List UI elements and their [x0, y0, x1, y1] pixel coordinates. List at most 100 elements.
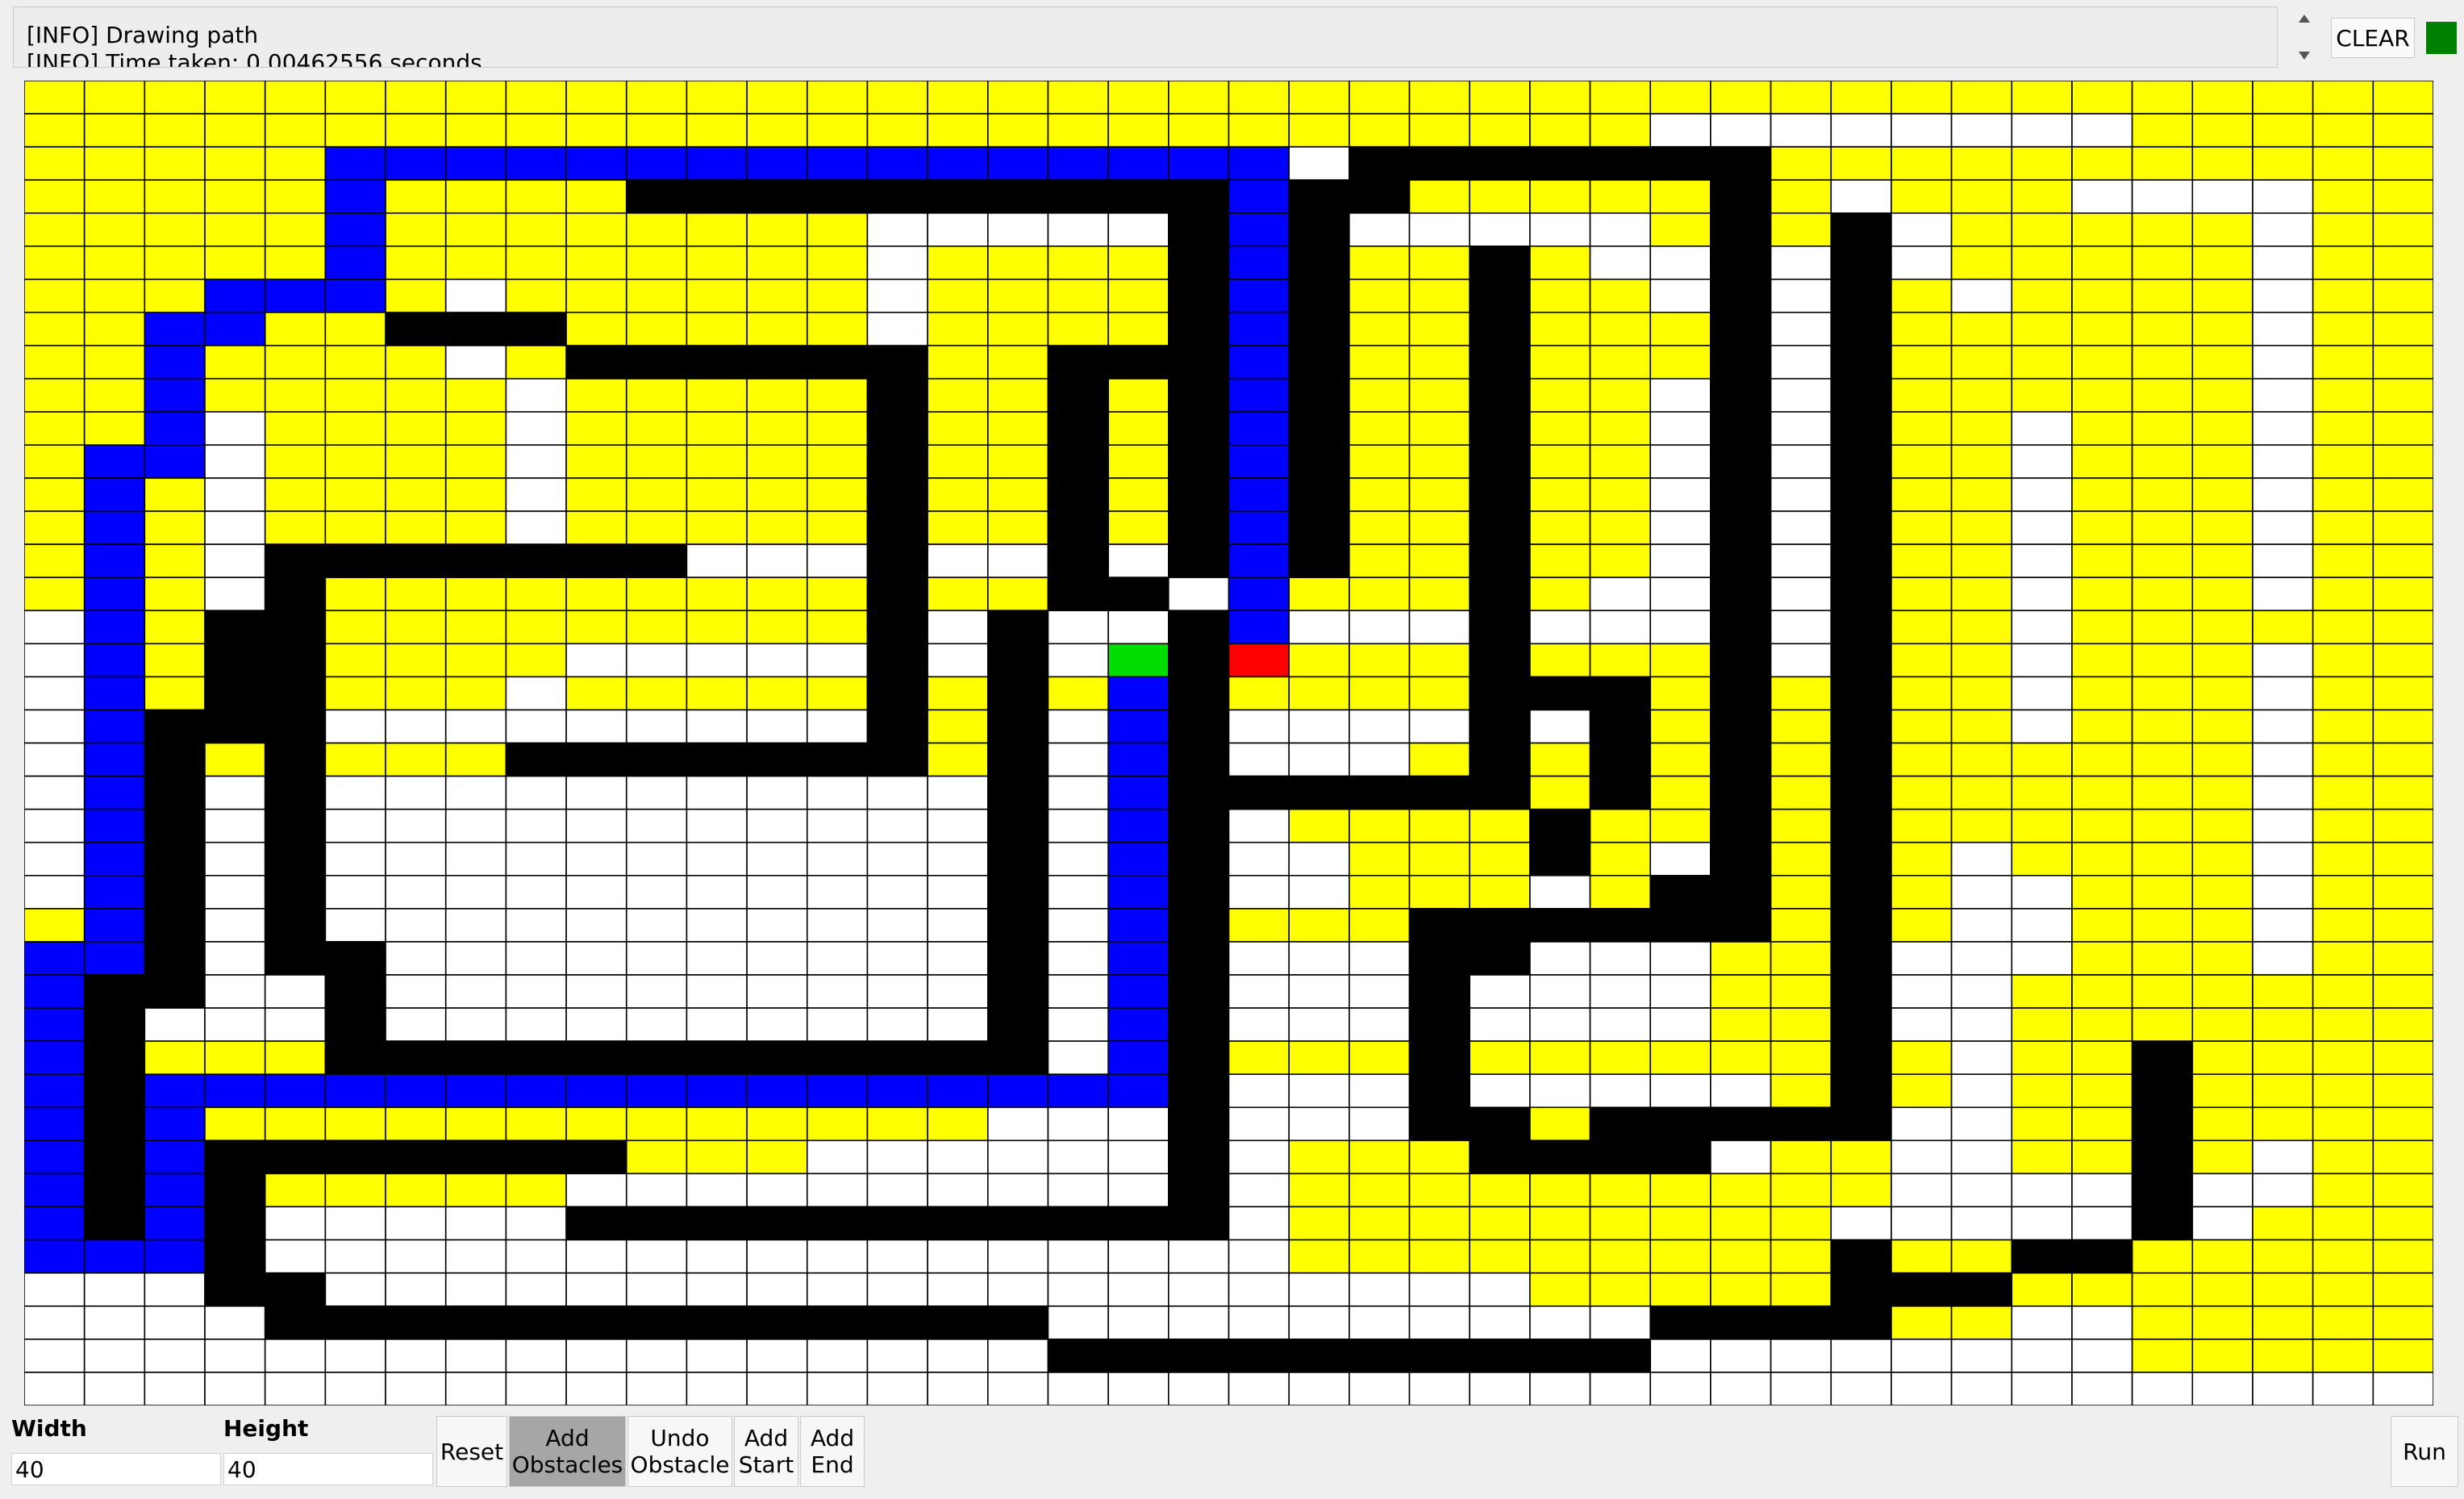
- path-cell[interactable]: [83, 510, 146, 545]
- empty-cell[interactable]: [1168, 1239, 1230, 1274]
- empty-cell[interactable]: [204, 908, 266, 943]
- visited-cell[interactable]: [1408, 874, 1470, 910]
- empty-cell[interactable]: [444, 709, 507, 744]
- visited-cell[interactable]: [565, 477, 627, 512]
- visited-cell[interactable]: [1228, 113, 1290, 148]
- obstacle-cell[interactable]: [625, 1205, 688, 1241]
- obstacle-cell[interactable]: [1469, 577, 1531, 612]
- visited-cell[interactable]: [1408, 311, 1470, 347]
- empty-cell[interactable]: [2011, 577, 2073, 612]
- empty-cell[interactable]: [24, 643, 85, 678]
- visited-cell[interactable]: [385, 510, 447, 545]
- empty-cell[interactable]: [144, 1339, 206, 1373]
- visited-cell[interactable]: [2312, 841, 2374, 876]
- visited-cell[interactable]: [1589, 477, 1652, 512]
- visited-cell[interactable]: [444, 444, 507, 479]
- path-cell[interactable]: [505, 146, 567, 181]
- visited-cell[interactable]: [2312, 410, 2374, 446]
- visited-cell[interactable]: [927, 410, 989, 446]
- visited-cell[interactable]: [2011, 81, 2073, 115]
- obstacle-cell[interactable]: [1589, 1339, 1652, 1373]
- visited-cell[interactable]: [385, 245, 447, 281]
- empty-cell[interactable]: [324, 808, 386, 843]
- visited-cell[interactable]: [2372, 377, 2433, 413]
- visited-cell[interactable]: [1950, 577, 2013, 612]
- obstacle-cell[interactable]: [1228, 1339, 1290, 1373]
- path-cell[interactable]: [1107, 742, 1169, 777]
- visited-cell[interactable]: [1589, 344, 1652, 380]
- obstacle-cell[interactable]: [987, 742, 1049, 777]
- add-obstacles-button[interactable]: Add Obstacles: [509, 1416, 626, 1487]
- obstacle-cell[interactable]: [1649, 1106, 1711, 1142]
- visited-cell[interactable]: [2191, 610, 2253, 645]
- empty-cell[interactable]: [324, 1339, 386, 1373]
- obstacle-cell[interactable]: [204, 1205, 266, 1241]
- empty-cell[interactable]: [1891, 1007, 1953, 1042]
- visited-cell[interactable]: [2011, 278, 2073, 314]
- empty-cell[interactable]: [565, 808, 627, 843]
- path-cell[interactable]: [1228, 510, 1290, 545]
- clear-button[interactable]: CLEAR: [2331, 18, 2415, 58]
- visited-cell[interactable]: [686, 610, 748, 645]
- visited-cell[interactable]: [324, 477, 386, 512]
- obstacle-cell[interactable]: [264, 808, 327, 843]
- visited-cell[interactable]: [2372, 344, 2433, 380]
- visited-cell[interactable]: [2191, 1073, 2253, 1109]
- obstacle-cell[interactable]: [1168, 1040, 1230, 1076]
- visited-cell[interactable]: [1469, 874, 1531, 910]
- visited-cell[interactable]: [2372, 974, 2433, 1009]
- obstacle-cell[interactable]: [1710, 311, 1772, 347]
- empty-cell[interactable]: [866, 1372, 928, 1405]
- obstacle-cell[interactable]: [1288, 377, 1350, 413]
- empty-cell[interactable]: [987, 1372, 1049, 1405]
- visited-cell[interactable]: [1710, 1205, 1772, 1241]
- obstacle-cell[interactable]: [1710, 841, 1772, 876]
- obstacle-cell[interactable]: [1168, 311, 1230, 347]
- visited-cell[interactable]: [2011, 179, 2073, 214]
- empty-cell[interactable]: [806, 874, 869, 910]
- visited-cell[interactable]: [2191, 775, 2253, 810]
- empty-cell[interactable]: [1228, 742, 1290, 777]
- empty-cell[interactable]: [866, 311, 928, 347]
- visited-cell[interactable]: [24, 543, 85, 578]
- visited-cell[interactable]: [1408, 245, 1470, 281]
- empty-cell[interactable]: [2011, 444, 2073, 479]
- visited-cell[interactable]: [625, 510, 688, 545]
- visited-cell[interactable]: [1349, 577, 1411, 612]
- obstacle-cell[interactable]: [1710, 610, 1772, 645]
- empty-cell[interactable]: [1649, 510, 1711, 545]
- visited-cell[interactable]: [24, 344, 85, 380]
- visited-cell[interactable]: [625, 477, 688, 512]
- obstacle-cell[interactable]: [1469, 1139, 1531, 1175]
- visited-cell[interactable]: [2312, 874, 2374, 910]
- obstacle-cell[interactable]: [264, 643, 327, 678]
- visited-cell[interactable]: [1589, 643, 1652, 678]
- visited-cell[interactable]: [385, 477, 447, 512]
- visited-cell[interactable]: [1710, 81, 1772, 115]
- visited-cell[interactable]: [1770, 808, 1832, 843]
- obstacle-cell[interactable]: [144, 841, 206, 876]
- empty-cell[interactable]: [1288, 1272, 1350, 1307]
- empty-cell[interactable]: [1288, 1073, 1350, 1109]
- visited-cell[interactable]: [2131, 146, 2194, 181]
- empty-cell[interactable]: [1469, 1073, 1531, 1109]
- visited-cell[interactable]: [385, 212, 447, 248]
- visited-cell[interactable]: [83, 377, 146, 413]
- visited-cell[interactable]: [505, 610, 567, 645]
- empty-cell[interactable]: [505, 377, 567, 413]
- visited-cell[interactable]: [2071, 577, 2133, 612]
- empty-cell[interactable]: [1408, 212, 1470, 248]
- visited-cell[interactable]: [264, 113, 327, 148]
- visited-cell[interactable]: [2191, 245, 2253, 281]
- obstacle-cell[interactable]: [866, 610, 928, 645]
- visited-cell[interactable]: [565, 676, 627, 711]
- visited-cell[interactable]: [444, 610, 507, 645]
- empty-cell[interactable]: [806, 1272, 869, 1307]
- visited-cell[interactable]: [2372, 1339, 2433, 1373]
- path-cell[interactable]: [1228, 543, 1290, 578]
- visited-cell[interactable]: [505, 113, 567, 148]
- visited-cell[interactable]: [1891, 1239, 1953, 1274]
- visited-cell[interactable]: [385, 410, 447, 446]
- obstacle-cell[interactable]: [264, 610, 327, 645]
- visited-cell[interactable]: [2131, 577, 2194, 612]
